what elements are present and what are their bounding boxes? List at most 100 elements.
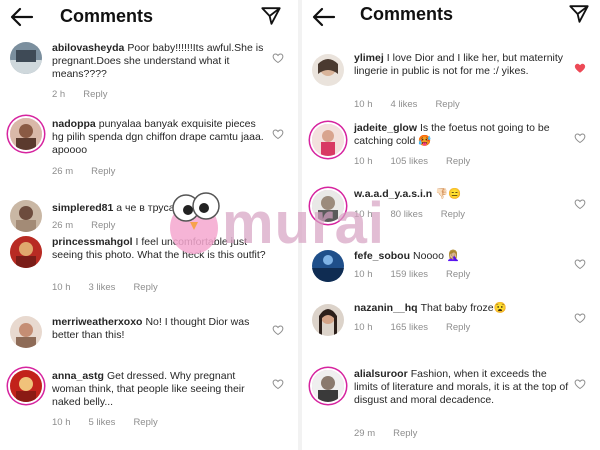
back-arrow-icon[interactable] [10, 6, 34, 28]
reply-button[interactable]: Reply [133, 282, 157, 293]
comment-text-block: nadoppa punyalaa banyak exquisite pieces … [52, 118, 270, 157]
comment-meta: 26 m Reply [52, 220, 133, 231]
comment-text: Noooo 🤦🏼‍♀️ [413, 250, 460, 262]
comment-meta: 10 h 4 likes Reply [354, 99, 478, 110]
comment-likes[interactable]: 4 likes [391, 99, 418, 110]
comment-username[interactable]: anna_astg [52, 370, 104, 382]
page-title: Comments [360, 4, 454, 24]
comment-time: 29 m [354, 428, 376, 439]
avatar[interactable] [312, 304, 344, 336]
comment-text: I love Dior and I like her, but maternit… [354, 52, 564, 77]
heart-outline-icon[interactable] [574, 132, 586, 144]
comment-username[interactable]: abilovasheyda [52, 42, 124, 54]
comment-username[interactable]: fefe_sobou [354, 250, 410, 262]
avatar[interactable] [10, 118, 42, 150]
comment-username[interactable]: nazanin__hq [354, 302, 418, 314]
comment-likes[interactable]: 159 likes [391, 269, 429, 280]
comment-meta: 10 h 5 likes Reply [52, 417, 176, 428]
left-header: Comments [0, 0, 298, 34]
comment-username[interactable]: alialsuroor [354, 368, 408, 380]
heart-outline-icon[interactable] [272, 128, 284, 140]
comment-username[interactable]: princessmahgol [52, 236, 133, 248]
comment-meta: 29 m Reply [354, 428, 435, 439]
right-header: Comments [302, 0, 600, 34]
comment-text-block: w.a.a.d_y.a.s.i.n 👎🏻😑 [354, 188, 572, 201]
comment-text: а че в трусах [116, 202, 180, 214]
avatar[interactable] [10, 200, 42, 232]
comment-username[interactable]: nadoppa [52, 118, 96, 130]
avatar[interactable] [10, 316, 42, 348]
send-icon[interactable] [260, 5, 282, 27]
heart-filled-icon[interactable] [574, 62, 586, 74]
comment-text-block: jadeite_glow Is the foetus not going to b… [354, 122, 572, 148]
comment-text: That baby froze😧 [420, 302, 507, 314]
comment-time: 2 h [52, 89, 66, 100]
comment-meta: 2 h Reply [52, 89, 126, 100]
comment-text-block: princessmahgol I feel uncomfortable just … [52, 236, 270, 262]
comment-likes[interactable]: 3 likes [89, 282, 116, 293]
heart-outline-icon[interactable] [574, 258, 586, 270]
comment-text-block: fefe_sobou Noooo 🤦🏼‍♀️ [354, 250, 572, 263]
comment-meta: 10 h 80 likes Reply [354, 209, 483, 220]
comment-meta: 10 h 3 likes Reply [52, 282, 176, 293]
avatar[interactable] [10, 42, 42, 74]
comment-time: 10 h [354, 209, 373, 220]
comment-text: 👎🏻😑 [435, 188, 462, 200]
comment-likes[interactable]: 165 likes [391, 322, 429, 333]
comment-time: 10 h [52, 282, 71, 293]
comment-time: 10 h [52, 417, 71, 428]
comment-username[interactable]: jadeite_glow [354, 122, 417, 134]
comment-likes[interactable]: 80 likes [391, 209, 423, 220]
comment-time: 26 m [52, 220, 74, 231]
comment-text-block: alialsuroor Fashion, when it exceeds the … [354, 368, 572, 407]
right-comments-panel: Comments ylimej I love Dior and I like he… [302, 0, 600, 450]
comment-meta: 10 h 105 likes Reply [354, 156, 488, 167]
heart-outline-icon[interactable] [574, 378, 586, 390]
comment-username[interactable]: simplered81 [52, 202, 113, 214]
comment-likes[interactable]: 5 likes [89, 417, 116, 428]
comment-text-block: abilovasheyda Poor baby!!!!!!Its awful.Sh… [52, 42, 270, 81]
back-arrow-icon[interactable] [312, 6, 336, 28]
page-title: Comments [60, 6, 154, 26]
comment-username[interactable]: w.a.a.d_y.a.s.i.n [354, 188, 432, 200]
comment-time: 10 h [354, 99, 373, 110]
comment-text-block: ylimej I love Dior and I like her, but ma… [354, 52, 572, 78]
comment-username[interactable]: merriweatherxoxo [52, 316, 142, 328]
avatar[interactable] [312, 124, 344, 156]
comment-text-block: nazanin__hq That baby froze😧 [354, 302, 572, 315]
comment-likes[interactable]: 105 likes [391, 156, 429, 167]
reply-button[interactable]: Reply [91, 166, 115, 177]
avatar[interactable] [10, 370, 42, 402]
reply-button[interactable]: Reply [91, 220, 115, 231]
avatar[interactable] [312, 370, 344, 402]
avatar[interactable] [312, 54, 344, 86]
reply-button[interactable]: Reply [133, 417, 157, 428]
reply-button[interactable]: Reply [435, 99, 459, 110]
heart-outline-icon[interactable] [574, 312, 586, 324]
comment-username[interactable]: ylimej [354, 52, 384, 64]
reply-button[interactable]: Reply [446, 156, 470, 167]
left-comments-panel: Comments abilovasheyda Poor baby!!!!!!Its… [0, 0, 298, 450]
reply-button[interactable]: Reply [446, 269, 470, 280]
comment-meta: 10 h 165 likes Reply [354, 322, 488, 333]
heart-outline-icon[interactable] [272, 324, 284, 336]
comment-text-block: anna_astg Get dressed. Why pregnant woman… [52, 370, 270, 409]
comment-time: 10 h [354, 322, 373, 333]
heart-outline-icon[interactable] [272, 52, 284, 64]
comment-meta: 10 h 159 likes Reply [354, 269, 488, 280]
comment-time: 10 h [354, 156, 373, 167]
reply-button[interactable]: Reply [446, 322, 470, 333]
comment-time: 10 h [354, 269, 373, 280]
reply-button[interactable]: Reply [441, 209, 465, 220]
comment-text-block: simplered81 а че в трусах [52, 202, 270, 215]
avatar[interactable] [312, 250, 344, 282]
comment-meta: 26 m Reply [52, 166, 133, 177]
heart-outline-icon[interactable] [574, 198, 586, 210]
heart-outline-icon[interactable] [272, 378, 284, 390]
send-icon[interactable] [568, 3, 590, 25]
reply-button[interactable]: Reply [83, 89, 107, 100]
avatar[interactable] [10, 236, 42, 268]
comment-text-block: merriweatherxoxo No! I thought Dior was b… [52, 316, 270, 342]
avatar[interactable] [312, 190, 344, 222]
reply-button[interactable]: Reply [393, 428, 417, 439]
